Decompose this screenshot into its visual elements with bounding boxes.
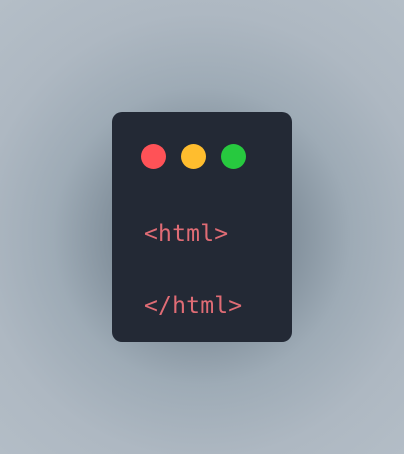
code-line-open-html: <html> <box>144 221 229 247</box>
code-window: <html> </html> <box>112 112 292 342</box>
minimize-button[interactable] <box>181 144 206 169</box>
code-snippet: <html> </html> <box>144 216 242 324</box>
close-button[interactable] <box>141 144 166 169</box>
maximize-button[interactable] <box>221 144 246 169</box>
window-controls <box>141 144 246 169</box>
code-line-close-html: </html> <box>144 293 243 319</box>
